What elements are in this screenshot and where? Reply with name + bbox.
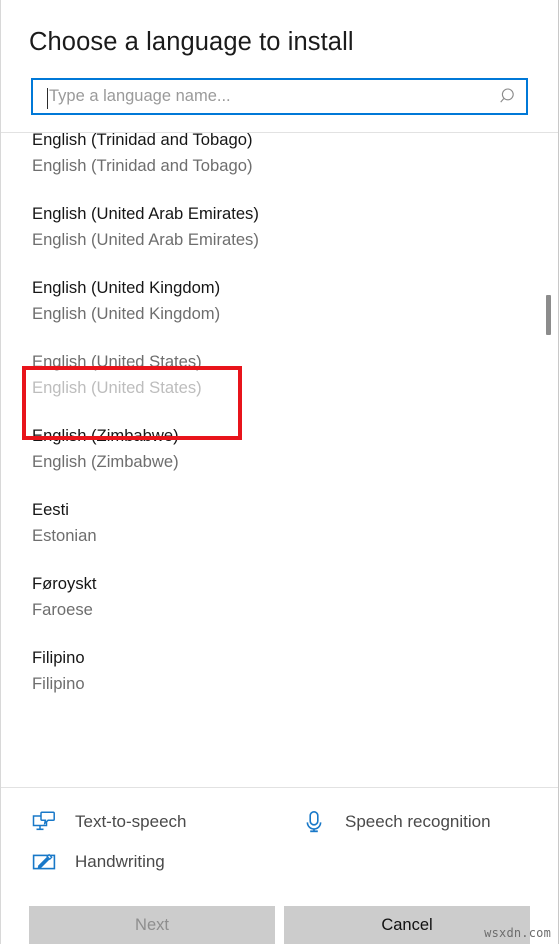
feature-label: Handwriting (75, 852, 165, 871)
list-scrollbar[interactable] (543, 133, 554, 787)
text-caret (47, 88, 48, 109)
language-english-name: English (Trinidad and Tobago) (32, 156, 253, 175)
list-item-english-united-states[interactable]: English (United States) English (United … (1, 338, 558, 412)
list-item[interactable]: English (Zimbabwe) English (Zimbabwe) (1, 412, 558, 486)
choose-language-dialog: Choose a language to install English (Tr… (0, 0, 559, 944)
search-icon[interactable] (492, 80, 526, 113)
page-title: Choose a language to install (29, 28, 354, 56)
feature-label: Speech recognition (345, 812, 491, 831)
feature-row-1: Text-to-speech Speech recognition (29, 802, 530, 842)
language-native-name: English (United States) (32, 352, 202, 371)
language-english-name: English (Zimbabwe) (32, 452, 179, 471)
language-english-name: English (United Kingdom) (32, 304, 221, 323)
language-english-name: English (United Arab Emirates) (32, 230, 259, 249)
search-input[interactable] (33, 80, 492, 113)
handwriting-icon (29, 847, 59, 877)
feature-handwriting: Handwriting (29, 842, 299, 882)
list-item[interactable]: English (United Kingdom) English (United… (1, 264, 558, 338)
dialog-button-bar: Next Cancel (1, 892, 558, 944)
list-item[interactable]: English (United Arab Emirates) English (… (1, 190, 558, 264)
dialog-header: Choose a language to install (1, 0, 558, 58)
language-native-name: Eesti (32, 500, 69, 519)
search-box[interactable] (31, 78, 528, 115)
language-native-name: English (Trinidad and Tobago) (32, 132, 253, 149)
list-item[interactable]: Føroyskt Faroese (1, 560, 558, 634)
list-item[interactable]: English (Trinidad and Tobago) English (T… (1, 132, 558, 190)
list-item[interactable]: Eesti Estonian (1, 486, 558, 560)
search-region (1, 58, 558, 115)
language-list-scroll-content: English (Trinidad and Tobago) English (T… (1, 132, 558, 708)
language-native-name: Føroyskt (32, 574, 97, 593)
feature-text-to-speech: Text-to-speech (29, 802, 299, 842)
language-native-name: English (United Kingdom) (32, 278, 221, 297)
language-native-name: Filipino (32, 648, 85, 667)
list-item[interactable]: Filipino Filipino (1, 634, 558, 708)
language-list[interactable]: English (Trinidad and Tobago) English (T… (1, 132, 558, 788)
feature-row-2: Handwriting (29, 842, 530, 882)
language-english-name: Estonian (32, 526, 97, 545)
microphone-icon (299, 807, 329, 837)
language-features: Text-to-speech Speech recognition Handwr… (1, 788, 558, 892)
language-english-name: Faroese (32, 600, 93, 619)
feature-speech-recognition: Speech recognition (299, 802, 491, 842)
next-button[interactable]: Next (29, 906, 275, 944)
language-native-name: English (Zimbabwe) (32, 426, 179, 445)
language-native-name: English (United Arab Emirates) (32, 204, 259, 223)
text-to-speech-icon (29, 807, 59, 837)
feature-label: Text-to-speech (75, 812, 187, 831)
language-english-name: Filipino (32, 674, 85, 693)
scrollbar-thumb[interactable] (546, 295, 551, 335)
watermark: wsxdn.com (484, 926, 551, 940)
language-english-name: English (United States) (32, 378, 202, 397)
